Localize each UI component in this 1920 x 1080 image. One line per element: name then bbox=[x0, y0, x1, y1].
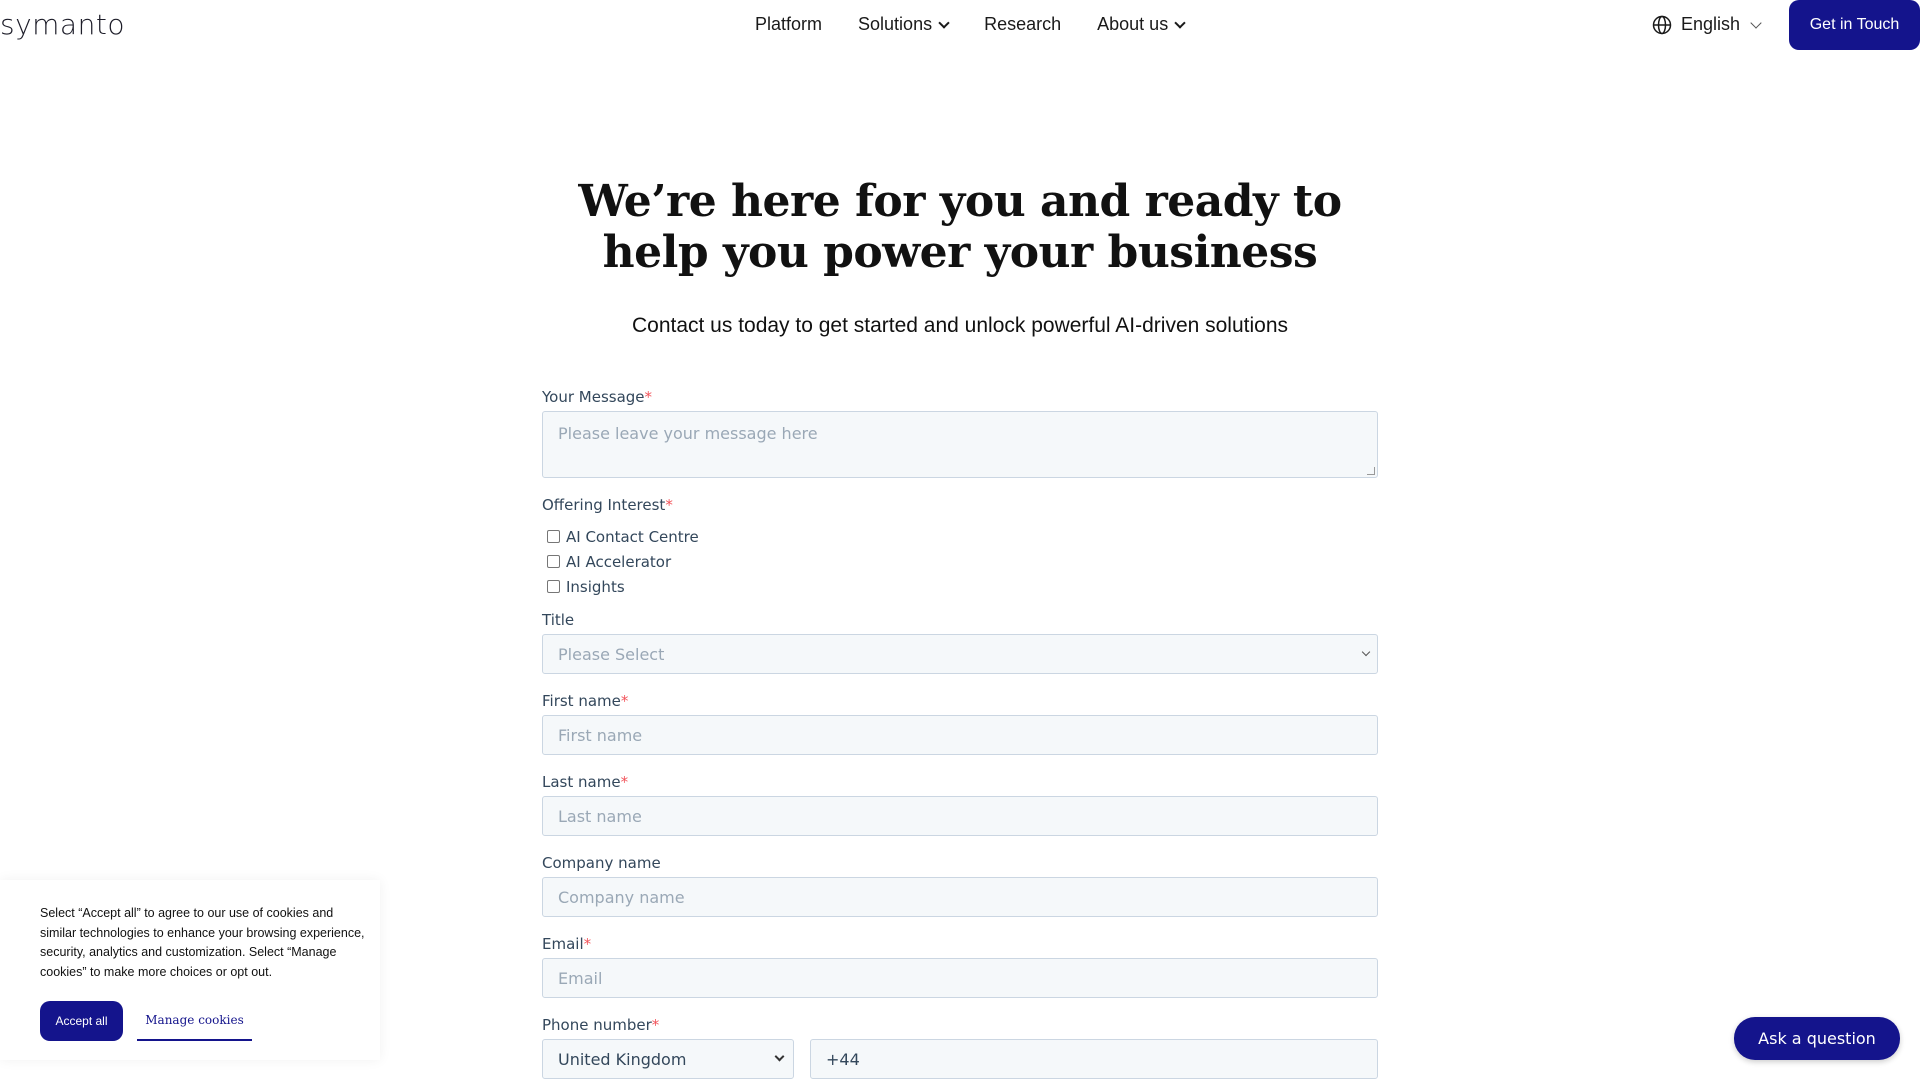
chevron-down-icon bbox=[1750, 16, 1762, 29]
nav-label: Solutions bbox=[858, 14, 933, 34]
nav-item-solutions[interactable]: Solutions bbox=[858, 14, 950, 35]
get-in-touch-button[interactable]: Get in Touch bbox=[1789, 0, 1920, 50]
email-label: Email* bbox=[542, 935, 592, 953]
main-nav: Platform Solutions Research About us bbox=[755, 14, 1220, 35]
checkbox[interactable] bbox=[547, 580, 560, 593]
contact-form: Your Message* Please leave your message … bbox=[542, 388, 1378, 1079]
last-name-label: Last name* bbox=[542, 773, 629, 791]
chevron-down-icon bbox=[938, 16, 950, 29]
phone-row: United Kingdom +44 bbox=[542, 1039, 1378, 1079]
last-name-field[interactable]: Last name bbox=[542, 796, 1378, 836]
manage-cookies-link[interactable]: Manage cookies bbox=[137, 1001, 252, 1041]
checkbox[interactable] bbox=[547, 555, 560, 568]
nav-item-research[interactable]: Research bbox=[984, 14, 1061, 35]
option-ai-contact-centre[interactable]: AI Contact Centre bbox=[542, 524, 1378, 549]
language-label: English bbox=[1681, 14, 1741, 34]
globe-icon bbox=[1652, 15, 1672, 34]
resize-handle[interactable] bbox=[1367, 467, 1375, 475]
chevron-down-icon bbox=[1174, 16, 1186, 29]
message-textarea[interactable]: Please leave your message here bbox=[542, 411, 1378, 478]
first-name-field[interactable]: First name bbox=[542, 715, 1378, 755]
first-name-label: First name* bbox=[542, 692, 629, 710]
last-name-group: Last name* Last name bbox=[542, 773, 1378, 836]
option-ai-accelerator[interactable]: AI Accelerator bbox=[542, 549, 1378, 574]
option-label: AI Contact Centre bbox=[566, 527, 699, 546]
phone-label: Phone number* bbox=[542, 1016, 660, 1034]
phone-code: +44 bbox=[826, 1049, 860, 1069]
site-header: symanto Platform Solutions Research Abou… bbox=[0, 0, 1920, 50]
last-name-placeholder: Last name bbox=[558, 806, 642, 826]
email-group: Email* Email bbox=[542, 935, 1378, 998]
offering-label: Offering Interest* bbox=[542, 496, 673, 514]
first-name-group: First name* First name bbox=[542, 692, 1378, 755]
language-selector[interactable]: English bbox=[1652, 14, 1762, 35]
cookie-banner: Select “Accept all” to agree to our use … bbox=[0, 880, 380, 1060]
title-select[interactable]: Please Select bbox=[542, 634, 1378, 674]
phone-country-select[interactable]: United Kingdom bbox=[542, 1039, 794, 1079]
accept-all-button[interactable]: Accept all bbox=[40, 1001, 123, 1041]
chevron-down-icon bbox=[774, 1051, 785, 1062]
company-placeholder: Company name bbox=[558, 887, 685, 907]
option-label: Insights bbox=[566, 577, 625, 596]
phone-group: Phone number* United Kingdom +44 bbox=[542, 1016, 1378, 1079]
ask-question-button[interactable]: Ask a question bbox=[1734, 1017, 1900, 1060]
nav-label: About us bbox=[1097, 14, 1169, 34]
chevron-down-icon bbox=[1361, 647, 1371, 657]
nav-item-platform[interactable]: Platform bbox=[755, 14, 822, 35]
nav-label: Platform bbox=[755, 14, 823, 34]
symanto-logo[interactable]: symanto bbox=[0, 8, 125, 41]
phone-number-field[interactable]: +44 bbox=[810, 1039, 1378, 1079]
email-field[interactable]: Email bbox=[542, 958, 1378, 998]
email-placeholder: Email bbox=[558, 968, 603, 988]
option-label: AI Accelerator bbox=[566, 552, 672, 571]
nav-item-about-us[interactable]: About us bbox=[1097, 14, 1186, 35]
title-group: Title Please Select bbox=[542, 611, 1378, 674]
option-insights[interactable]: Insights bbox=[542, 574, 1378, 599]
country-value: United Kingdom bbox=[558, 1049, 687, 1069]
page-subtitle: Contact us today to get started and unlo… bbox=[631, 314, 1289, 337]
title-label: Title bbox=[542, 611, 575, 629]
offering-options: AI Contact Centre AI Accelerator Insight… bbox=[542, 524, 1378, 599]
message-label: Your Message* bbox=[542, 388, 653, 406]
page-title: We’re here for you and ready to help you… bbox=[578, 176, 1342, 278]
cookie-text: Select “Accept all” to agree to our use … bbox=[40, 906, 365, 979]
offering-group: Offering Interest* AI Contact Centre AI … bbox=[542, 496, 1378, 599]
company-group: Company name Company name bbox=[542, 854, 1378, 917]
company-label: Company name bbox=[542, 854, 661, 872]
checkbox[interactable] bbox=[547, 530, 560, 543]
nav-label: Research bbox=[984, 14, 1062, 34]
company-field[interactable]: Company name bbox=[542, 877, 1378, 917]
title-placeholder: Please Select bbox=[558, 644, 665, 664]
message-placeholder: Please leave your message here bbox=[558, 424, 818, 443]
first-name-placeholder: First name bbox=[558, 725, 643, 745]
